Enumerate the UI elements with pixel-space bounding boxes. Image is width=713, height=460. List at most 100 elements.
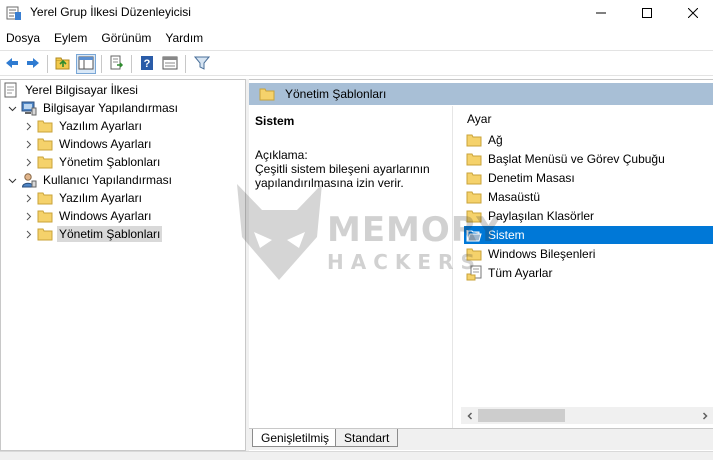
user-icon: [21, 172, 37, 188]
folder-icon: [466, 170, 482, 186]
detail-header: Yönetim Şablonları: [249, 83, 713, 105]
tree-item-computer-software[interactable]: Yazılım Ayarları: [21, 117, 144, 135]
folder-icon: [466, 246, 482, 262]
list-item[interactable]: Tüm Ayarlar: [464, 264, 713, 282]
view-tabs: Genişletilmiş Standart: [249, 428, 713, 450]
tree-label: Yazılım Ayarları: [59, 119, 142, 133]
toolbar-separator: [185, 55, 186, 73]
column-header-setting[interactable]: Ayar: [467, 112, 491, 126]
help-icon: ?: [139, 55, 155, 74]
chevron-right-icon[interactable]: [21, 227, 35, 241]
list-item-label: Denetim Masası: [488, 171, 575, 185]
list-item-label: Sistem: [488, 228, 525, 242]
list-item-label: Başlat Menüsü ve Görev Çubuğu: [488, 152, 665, 166]
toolbar-separator: [101, 55, 102, 73]
list-item[interactable]: Paylaşılan Klasörler: [464, 207, 713, 225]
list-item-label: Windows Bileşenleri: [488, 247, 596, 261]
chevron-down-icon[interactable]: [5, 101, 19, 115]
folder-icon: [466, 151, 482, 167]
toolbar: ?: [0, 50, 713, 76]
description-panel: Sistem Açıklama: Çeşitli sistem bileşeni…: [249, 106, 453, 430]
list-item-label: Ağ: [488, 133, 503, 147]
menu-help[interactable]: Yardım: [158, 28, 210, 48]
tree-label: Yerel Bilgisayar İlkesi: [25, 83, 138, 97]
policy-editor-icon: [6, 5, 22, 21]
chevron-down-icon[interactable]: [5, 173, 19, 187]
folder-icon: [37, 154, 53, 170]
description-text: Çeşitli sistem bileşeni ayarlarının yapı…: [255, 162, 430, 190]
list-item-label: Tüm Ayarlar: [488, 266, 553, 280]
tree-label: Windows Ayarları: [59, 209, 152, 223]
tree-item-computer-config[interactable]: Bilgisayar Yapılandırması: [5, 99, 180, 117]
tree-label: Windows Ayarları: [59, 137, 152, 151]
tree-item-user-software[interactable]: Yazılım Ayarları: [21, 189, 144, 207]
scroll-left-icon[interactable]: [461, 407, 478, 424]
list-item[interactable]: Denetim Masası: [464, 169, 713, 187]
tree-item-computer-windows[interactable]: Windows Ayarları: [21, 135, 153, 153]
tree-item-computer-admin-templates[interactable]: Yönetim Şablonları: [21, 153, 162, 171]
chevron-right-icon[interactable]: [21, 137, 35, 151]
tab-extended[interactable]: Genişletilmiş: [252, 429, 339, 447]
properties-button[interactable]: [160, 54, 180, 74]
menu-bar: Dosya Eylem Görünüm Yardım: [0, 28, 713, 48]
tree-label: Yönetim Şablonları: [59, 155, 161, 169]
back-button[interactable]: [2, 54, 22, 74]
help-button[interactable]: ?: [137, 54, 157, 74]
close-button[interactable]: [670, 0, 713, 26]
forward-button[interactable]: [23, 54, 43, 74]
export-list-button[interactable]: [107, 54, 127, 74]
computer-icon: [21, 100, 37, 116]
scrollbar-thumb[interactable]: [478, 409, 565, 422]
folder-icon: [466, 132, 482, 148]
status-bar: [0, 451, 713, 460]
show-hide-tree-button[interactable]: [76, 54, 96, 74]
menu-action[interactable]: Eylem: [47, 28, 94, 48]
list-item[interactable]: Başlat Menüsü ve Görev Çubuğu: [464, 150, 713, 168]
filter-icon: [193, 55, 211, 74]
list-item[interactable]: Windows Bileşenleri: [464, 245, 713, 263]
chevron-right-icon[interactable]: [21, 209, 35, 223]
horizontal-scrollbar[interactable]: [461, 407, 713, 424]
list-item[interactable]: Ağ: [464, 131, 713, 149]
minimize-button[interactable]: [578, 0, 624, 26]
folder-icon: [37, 208, 53, 224]
properties-icon: [162, 55, 178, 74]
maximize-button[interactable]: [624, 0, 670, 26]
menu-view[interactable]: Görünüm: [94, 28, 158, 48]
folder-icon: [37, 136, 53, 152]
tree-item-user-config[interactable]: Kullanıcı Yapılandırması: [5, 171, 174, 189]
open-folder-icon: [466, 227, 482, 243]
up-folder-button[interactable]: [53, 54, 73, 74]
tree-item-root[interactable]: Yerel Bilgisayar İlkesi: [3, 81, 140, 99]
show-hide-tree-icon: [78, 55, 94, 74]
forward-icon: [25, 55, 41, 74]
policy-document-icon: [3, 82, 19, 98]
back-icon: [4, 55, 20, 74]
chevron-right-icon[interactable]: [21, 155, 35, 169]
list-item[interactable]: Masaüstü: [464, 188, 713, 206]
tree-label: Kullanıcı Yapılandırması: [43, 173, 172, 187]
tree-item-user-admin-templates[interactable]: Yönetim Şablonları: [21, 225, 163, 243]
description-label: Açıklama:: [255, 148, 308, 162]
chevron-right-icon[interactable]: [21, 119, 35, 133]
toolbar-separator: [47, 55, 48, 73]
menu-file[interactable]: Dosya: [0, 28, 47, 48]
detail-header-title: Yönetim Şablonları: [285, 87, 387, 101]
tree-item-user-windows[interactable]: Windows Ayarları: [21, 207, 153, 225]
list-item-selected[interactable]: Sistem: [464, 226, 713, 244]
title-bar: Yerel Grup İlkesi Düzenleyicisi: [0, 0, 713, 26]
list-item-label: Masaüstü: [488, 190, 541, 204]
tree-label: Yazılım Ayarları: [59, 191, 142, 205]
toolbar-separator: [131, 55, 132, 73]
filter-button[interactable]: [192, 54, 212, 74]
folder-icon: [466, 208, 482, 224]
folder-icon: [37, 190, 53, 206]
folder-icon: [37, 118, 53, 134]
chevron-right-icon[interactable]: [21, 191, 35, 205]
folder-icon: [259, 86, 275, 102]
up-folder-icon: [55, 55, 71, 74]
tree-pane[interactable]: Yerel Bilgisayar İlkesi Bilgisayar Yapıl…: [0, 79, 246, 451]
folder-icon: [37, 226, 53, 242]
tab-standard[interactable]: Standart: [335, 429, 399, 447]
scroll-right-icon[interactable]: [696, 407, 713, 424]
